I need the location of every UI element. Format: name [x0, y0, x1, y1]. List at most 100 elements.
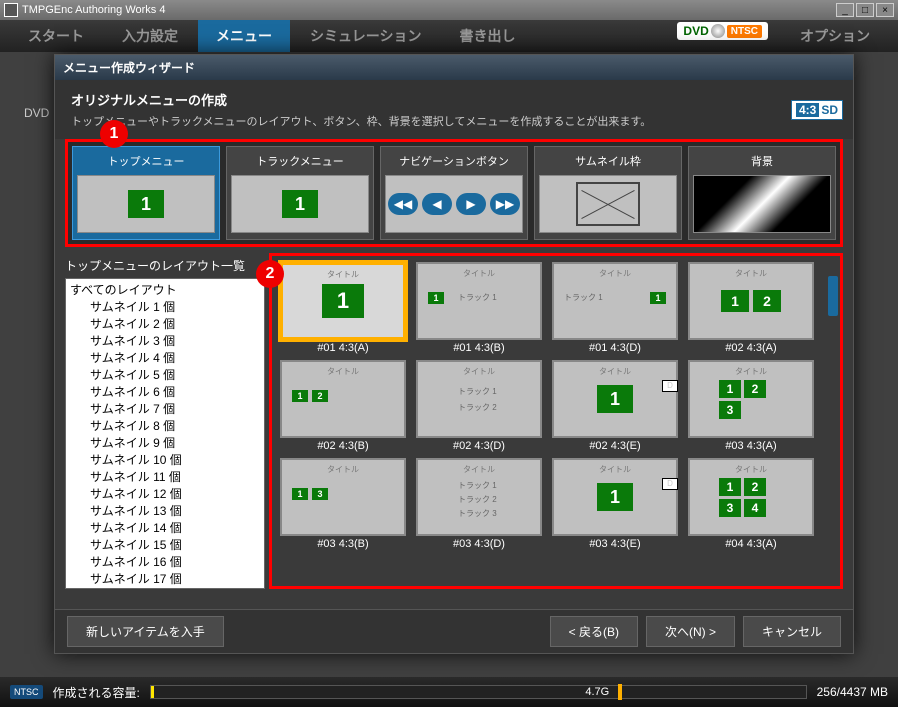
capacity-total: 256/4437 MB — [817, 685, 888, 699]
layout-03-43d[interactable]: タイトルトラック 1トラック 2トラック 3 #03 4:3(D) — [414, 458, 544, 550]
cat-trackmenu-label: トラックメニュー — [254, 151, 346, 171]
layout-01-43a[interactable]: タイトル1 #01 4:3(A) — [278, 262, 408, 354]
tree-item[interactable]: サムネイル 9 個 — [70, 434, 260, 451]
layout-caption: #02 4:3(D) — [453, 440, 505, 452]
layout-01-43b[interactable]: タイトル1トラック 1 #01 4:3(B) — [414, 262, 544, 354]
layout-02-43a[interactable]: タイトル12 #02 4:3(A) — [686, 262, 816, 354]
tree-item[interactable]: サムネイル 12 個 — [70, 485, 260, 502]
tree-item[interactable]: サムネイル 8 個 — [70, 417, 260, 434]
category-tabs: トップメニュー 1 トラックメニュー 1 ナビゲーションボタン ◀◀ ◀ ▶ ▶… — [65, 139, 843, 247]
cancel-button[interactable]: キャンセル — [743, 616, 841, 647]
cat-trackmenu[interactable]: トラックメニュー 1 — [226, 146, 374, 240]
wizard-titlebar: メニュー作成ウィザード — [55, 55, 853, 80]
tree-item[interactable]: サムネイル 10 個 — [70, 451, 260, 468]
layout-caption: #01 4:3(B) — [453, 342, 504, 354]
wizard-footer: 新しいアイテムを入手 < 戻る(B) 次へ(N) > キャンセル — [55, 609, 853, 653]
cat-topmenu-label: トップメニュー — [106, 151, 187, 171]
sd-label: SD — [821, 103, 838, 117]
annotation-2: 2 — [256, 260, 284, 288]
status-bar: NTSC 作成される容量: 4.7G 256/4437 MB — [0, 677, 898, 707]
tree-item[interactable]: サムネイル 6 個 — [70, 383, 260, 400]
play-icon: ▶ — [456, 193, 486, 215]
layout-04-43a[interactable]: タイトル1234 #04 4:3(A) — [686, 458, 816, 550]
wizard-header: オリジナルメニューの作成 トップメニューやトラックメニューのレイアウト、ボタン、… — [55, 80, 853, 139]
tab-output[interactable]: 書き出し — [441, 20, 533, 52]
ntsc-label: NTSC — [727, 25, 762, 38]
capacity-fill — [151, 686, 154, 698]
cat-background[interactable]: 背景 — [688, 146, 836, 240]
tree-item[interactable]: サムネイル 14 個 — [70, 519, 260, 536]
disc-icon — [711, 24, 725, 38]
layout-01-43d[interactable]: タイトル1トラック 1 #01 4:3(D) — [550, 262, 680, 354]
tree-title: トップメニューのレイアウト一覧 — [65, 253, 265, 278]
tree-item[interactable]: サムネイル 15 個 — [70, 536, 260, 553]
top-nav: スタート 入力設定 メニュー シミュレーション 書き出し DVD NTSC オプ… — [0, 20, 898, 52]
tree-item[interactable]: サムネイル 2 個 — [70, 315, 260, 332]
layout-03-43e[interactable]: タイトルD1 #03 4:3(E) — [550, 458, 680, 550]
tab-simulation[interactable]: シミュレーション — [292, 20, 439, 52]
layout-02-43d[interactable]: タイトルトラック 1トラック 2 #02 4:3(D) — [414, 360, 544, 452]
tree-item[interactable]: サムネイル 11 個 — [70, 468, 260, 485]
tab-input[interactable]: 入力設定 — [104, 20, 196, 52]
tree-list[interactable]: すべてのレイアウト サムネイル 1 個サムネイル 2 個サムネイル 3 個サムネ… — [65, 278, 265, 589]
wizard-heading: オリジナルメニューの作成 — [71, 90, 837, 109]
ntsc-chip: NTSC — [10, 685, 43, 699]
app-title: TMPGEnc Authoring Works 4 — [22, 4, 165, 16]
tree-item[interactable]: サムネイル 3 個 — [70, 332, 260, 349]
cat-thumbframe-label: サムネイル枠 — [573, 151, 643, 171]
tab-option[interactable]: オプション — [782, 20, 888, 52]
tab-menu[interactable]: メニュー — [198, 20, 290, 52]
tree-item[interactable]: サムネイル 1 個 — [70, 298, 260, 315]
scrollbar-thumb[interactable] — [828, 276, 838, 316]
next-button[interactable]: 次へ(N) > — [646, 616, 735, 647]
app-window: TMPGEnc Authoring Works 4 _ □ × スタート 入力設… — [0, 0, 898, 707]
detail-badge: D — [662, 478, 678, 490]
close-button[interactable]: × — [876, 3, 894, 17]
prev-icon: ◀ — [422, 193, 452, 215]
tab-start[interactable]: スタート — [10, 20, 102, 52]
layout-caption: #03 4:3(B) — [317, 538, 368, 550]
capacity-bar: 4.7G — [150, 685, 807, 699]
aspect-ratio: 4:3 — [796, 103, 819, 117]
layout-caption: #03 4:3(E) — [589, 538, 640, 550]
background-preview — [694, 176, 830, 232]
wizard-dialog: メニュー作成ウィザード オリジナルメニューの作成 トップメニューやトラックメニュ… — [54, 54, 854, 654]
new-item-button[interactable]: 新しいアイテムを入手 — [67, 616, 224, 647]
back-button[interactable]: < 戻る(B) — [550, 616, 638, 647]
layout-03-43b[interactable]: タイトル13 #03 4:3(B) — [278, 458, 408, 550]
layout-caption: #04 4:3(A) — [725, 538, 776, 550]
layout-02-43e[interactable]: タイトルD1 #02 4:3(E) — [550, 360, 680, 452]
capacity-mark — [618, 684, 622, 700]
cat-thumbframe[interactable]: サムネイル枠 — [534, 146, 682, 240]
dvd-label: DVD — [683, 24, 708, 38]
layout-caption: #01 4:3(A) — [317, 342, 368, 354]
tree-item[interactable]: サムネイル 17 個 — [70, 570, 260, 587]
tree-panel: トップメニューのレイアウト一覧 すべてのレイアウト サムネイル 1 個サムネイル… — [65, 253, 265, 589]
tree-item[interactable]: サムネイル 5 個 — [70, 366, 260, 383]
maximize-button[interactable]: □ — [856, 3, 874, 17]
tree-item[interactable]: サムネイル 7 個 — [70, 400, 260, 417]
cat-navbtn-label: ナビゲーションボタン — [397, 151, 511, 171]
layout-02-43b[interactable]: タイトル12 #02 4:3(B) — [278, 360, 408, 452]
layout-caption: #03 4:3(D) — [453, 538, 505, 550]
minimize-button[interactable]: _ — [836, 3, 854, 17]
layout-03-43a[interactable]: タイトル123 #03 4:3(A) — [686, 360, 816, 452]
capacity-label: 作成される容量: — [53, 684, 140, 701]
app-icon — [4, 3, 18, 17]
dvd-badge: DVD NTSC — [677, 22, 768, 40]
cat-topmenu[interactable]: トップメニュー 1 — [72, 146, 220, 240]
layout-caption: #01 4:3(D) — [589, 342, 641, 354]
tree-item[interactable]: サムネイル 18 個 — [70, 587, 260, 589]
layout-caption: #02 4:3(A) — [725, 342, 776, 354]
cat-background-label: 背景 — [749, 151, 775, 171]
annotation-1: 1 — [100, 120, 128, 148]
tree-item[interactable]: サムネイル 16 個 — [70, 553, 260, 570]
layout-caption: #02 4:3(E) — [589, 440, 640, 452]
layout-caption: #03 4:3(A) — [725, 440, 776, 452]
tree-item[interactable]: サムネイル 4 個 — [70, 349, 260, 366]
dvd-small-label: DVD — [24, 106, 49, 120]
tree-root[interactable]: すべてのレイアウト — [70, 281, 260, 298]
detail-badge: D — [662, 380, 678, 392]
tree-item[interactable]: サムネイル 13 個 — [70, 502, 260, 519]
cat-navbtn[interactable]: ナビゲーションボタン ◀◀ ◀ ▶ ▶▶ — [380, 146, 528, 240]
